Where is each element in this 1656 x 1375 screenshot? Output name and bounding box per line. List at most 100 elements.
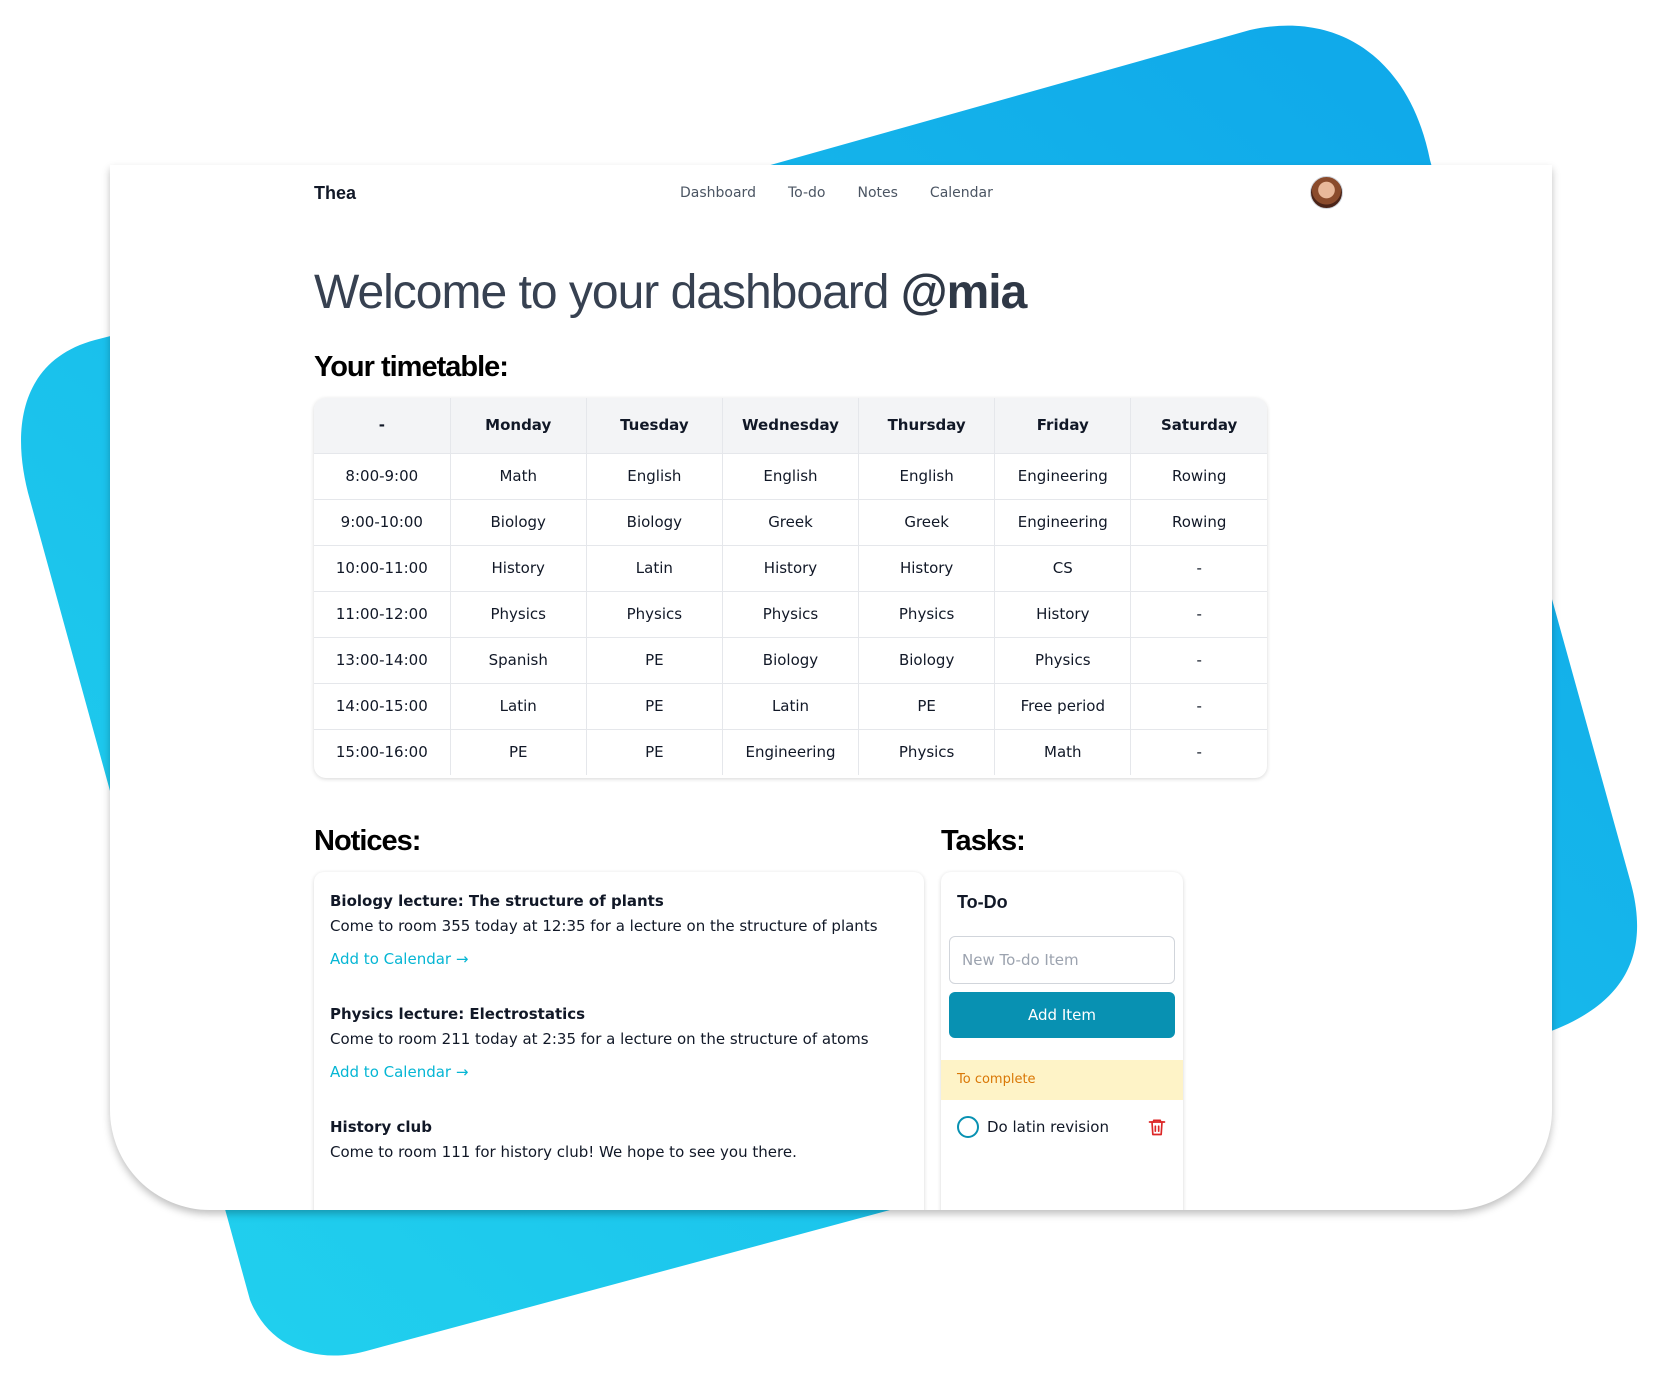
table-cell: Rowing xyxy=(1130,498,1267,545)
todo-item: Do latin revision xyxy=(957,1114,1167,1140)
header-thursday: Thursday xyxy=(858,398,996,453)
welcome-text: Welcome to your dashboard xyxy=(314,266,901,319)
to-complete-section-label: To complete xyxy=(941,1060,1183,1100)
user-avatar[interactable] xyxy=(1310,176,1343,209)
table-cell: - xyxy=(1130,728,1267,775)
header-tuesday: Tuesday xyxy=(586,398,723,453)
username: @mia xyxy=(900,266,1028,319)
notice-item: Biology lecture: The structure of plants… xyxy=(330,892,908,969)
table-cell: Rowing xyxy=(1130,452,1267,499)
table-cell: 11:00-12:00 xyxy=(314,590,451,637)
table-cell: Biology xyxy=(450,498,587,545)
table-cell: Engineering xyxy=(722,728,860,775)
nav-dashboard[interactable]: Dashboard xyxy=(680,185,756,201)
tasks-heading: Tasks: xyxy=(941,825,1026,857)
table-cell: Greek xyxy=(722,498,860,545)
table-cell: 10:00-11:00 xyxy=(314,544,451,591)
nav-to-do[interactable]: To-do xyxy=(788,185,826,201)
table-cell: English xyxy=(858,452,996,499)
table-cell: 15:00-16:00 xyxy=(314,728,451,775)
table-cell: Biology xyxy=(858,636,996,683)
notice-body: Come to room 355 today at 12:35 for a le… xyxy=(330,917,878,935)
todo-card-title: To-Do xyxy=(957,892,1008,912)
main-nav: Dashboard To-do Notes Calendar xyxy=(680,185,993,201)
table-row: 10:00-11:00 History Latin History Histor… xyxy=(314,544,1267,591)
table-cell: - xyxy=(1130,544,1267,591)
table-cell: 13:00-14:00 xyxy=(314,636,451,683)
header-monday: Monday xyxy=(450,398,587,453)
table-cell: 14:00-15:00 xyxy=(314,682,451,729)
table-cell: English xyxy=(722,452,860,499)
notice-item: Physics lecture: Electrostatics Come to … xyxy=(330,1005,908,1082)
add-item-button[interactable]: Add Item xyxy=(949,992,1175,1038)
table-cell: - xyxy=(1130,682,1267,729)
stage: Thea Dashboard To-do Notes Calendar Welc… xyxy=(0,0,1656,1375)
timetable-heading: Your timetable: xyxy=(314,351,509,383)
tasks-card: To-Do Add Item To complete Do latin revi… xyxy=(941,872,1183,1210)
table-cell: 8:00-9:00 xyxy=(314,452,451,499)
nav-calendar[interactable]: Calendar xyxy=(930,185,993,201)
table-cell: Physics xyxy=(586,590,723,637)
notice-item: History club Come to room 111 for histor… xyxy=(330,1118,908,1161)
table-cell: Latin xyxy=(450,682,587,729)
table-cell: - xyxy=(1130,590,1267,637)
table-cell: - xyxy=(1130,636,1267,683)
notice-title: Physics lecture: Electrostatics xyxy=(330,1005,586,1023)
header-friday: Friday xyxy=(994,398,1132,453)
notice-title: History club xyxy=(330,1118,432,1136)
table-row: 14:00-15:00 Latin PE Latin PE Free perio… xyxy=(314,682,1267,729)
add-to-calendar-link[interactable]: Add to Calendar → xyxy=(330,950,468,968)
nav-notes[interactable]: Notes xyxy=(857,185,897,201)
table-cell: Latin xyxy=(722,682,860,729)
header-wednesday: Wednesday xyxy=(722,398,860,453)
table-cell: Biology xyxy=(586,498,723,545)
header-saturday: Saturday xyxy=(1130,398,1267,453)
table-cell: Physics xyxy=(450,590,587,637)
table-cell: PE xyxy=(586,728,723,775)
new-todo-input[interactable] xyxy=(949,936,1175,984)
table-cell: Engineering xyxy=(994,498,1132,545)
table-row: 11:00-12:00 Physics Physics Physics Phys… xyxy=(314,590,1267,637)
table-cell: Engineering xyxy=(994,452,1132,499)
table-cell: History xyxy=(994,590,1132,637)
table-cell: Latin xyxy=(586,544,723,591)
table-cell: Free period xyxy=(994,682,1132,729)
trash-icon[interactable] xyxy=(1147,1116,1167,1138)
timetable: - Monday Tuesday Wednesday Thursday Frid… xyxy=(314,398,1267,775)
notice-body: Come to room 111 for history club! We ho… xyxy=(330,1143,797,1161)
table-cell: Math xyxy=(994,728,1132,775)
timetable-header-row: - Monday Tuesday Wednesday Thursday Frid… xyxy=(314,398,1267,453)
notices-card: Biology lecture: The structure of plants… xyxy=(314,872,924,1210)
table-cell: PE xyxy=(586,636,723,683)
notices-heading: Notices: xyxy=(314,825,421,857)
circle-checkbox-icon[interactable] xyxy=(957,1116,979,1138)
todo-item-text: Do latin revision xyxy=(987,1118,1109,1136)
table-cell: History xyxy=(722,544,860,591)
brand-logo[interactable]: Thea xyxy=(314,183,356,204)
timetable-card: - Monday Tuesday Wednesday Thursday Frid… xyxy=(314,398,1267,778)
table-cell: Greek xyxy=(858,498,996,545)
table-row: 9:00-10:00 Biology Biology Greek Greek E… xyxy=(314,498,1267,545)
notice-title: Biology lecture: The structure of plants xyxy=(330,892,664,910)
table-row: 15:00-16:00 PE PE Engineering Physics Ma… xyxy=(314,728,1267,775)
table-row: 13:00-14:00 Spanish PE Biology Biology P… xyxy=(314,636,1267,683)
table-cell: Physics xyxy=(858,728,996,775)
add-to-calendar-link[interactable]: Add to Calendar → xyxy=(330,1063,468,1081)
table-cell: PE xyxy=(450,728,587,775)
table-cell: 9:00-10:00 xyxy=(314,498,451,545)
table-cell: PE xyxy=(586,682,723,729)
app-window: Thea Dashboard To-do Notes Calendar Welc… xyxy=(110,165,1552,1210)
table-cell: CS xyxy=(994,544,1132,591)
table-cell: Spanish xyxy=(450,636,587,683)
header-time: - xyxy=(314,398,451,453)
table-cell: PE xyxy=(858,682,996,729)
table-cell: Math xyxy=(450,452,587,499)
table-cell: History xyxy=(858,544,996,591)
table-cell: Physics xyxy=(994,636,1132,683)
notice-body: Come to room 211 today at 2:35 for a lec… xyxy=(330,1030,869,1048)
table-cell: Physics xyxy=(858,590,996,637)
table-cell: Biology xyxy=(722,636,860,683)
table-row: 8:00-9:00 Math English English English E… xyxy=(314,452,1267,499)
table-cell: History xyxy=(450,544,587,591)
table-cell: Physics xyxy=(722,590,860,637)
